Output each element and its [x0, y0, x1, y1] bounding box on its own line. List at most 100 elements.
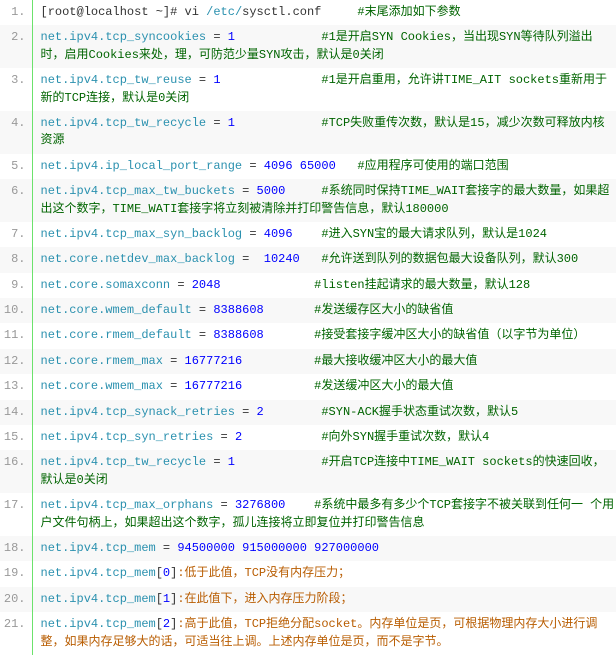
token-plain	[293, 159, 300, 173]
token-teal: net.ipv4.tcp_syncookies	[41, 30, 207, 44]
code-block: 1.[root@localhost ~]# vi /etc/sysctl.con…	[0, 0, 616, 655]
token-blue: 10240	[264, 252, 300, 266]
code-row: 8.net.core.netdev_max_backlog = 10240 #允…	[0, 247, 616, 272]
code-cell: net.ipv4.tcp_tw_recycle = 1 #TCP失败重传次数，默…	[32, 111, 616, 154]
code-cell: net.core.rmem_max = 16777216 #最大接收缓冲区大小的…	[32, 349, 616, 374]
token-green: #末尾添加如下参数	[321, 5, 460, 19]
token-blue: 0	[163, 566, 170, 580]
token-plain: =	[163, 379, 185, 393]
line-number: 13.	[0, 374, 32, 399]
token-orange: :在此值下，进入内存压力阶段；	[177, 592, 352, 606]
code-row: 9.net.core.somaxconn = 2048 #listen挂起请求的…	[0, 273, 616, 298]
code-cell: net.ipv4.tcp_mem[2]:高于此值，TCP拒绝分配socket。内…	[32, 612, 616, 655]
line-number: 1.	[0, 0, 32, 25]
code-cell: net.ipv4.tcp_mem[0]:低于此值，TCP没有内存压力；	[32, 561, 616, 586]
token-teal: net.core.wmem_max	[41, 379, 163, 393]
token-teal: net.ipv4.tcp_tw_recycle	[41, 116, 207, 130]
token-blue: 2	[163, 617, 170, 631]
code-cell: net.ipv4.tcp_tw_reuse = 1 #1是开启重用，允许讲TIM…	[32, 68, 616, 111]
token-green: #应用程序可使用的端口范围	[336, 159, 509, 173]
token-teal: net.ipv4.tcp_syn_retries	[41, 430, 214, 444]
line-number: 17.	[0, 493, 32, 536]
token-plain: =	[235, 252, 264, 266]
token-plain: sysctl.conf	[242, 5, 321, 19]
token-plain: =	[192, 303, 214, 317]
code-row: 14.net.ipv4.tcp_synack_retries = 2 #SYN-…	[0, 400, 616, 425]
token-teal: net.ipv4.tcp_max_syn_backlog	[41, 227, 243, 241]
code-cell: net.ipv4.tcp_syn_retries = 2 #向外SYN握手重试次…	[32, 425, 616, 450]
code-cell: net.ipv4.tcp_synack_retries = 2 #SYN-ACK…	[32, 400, 616, 425]
token-teal: /etc/	[206, 5, 242, 19]
code-row: 10.net.core.wmem_default = 8388608 #发送缓存…	[0, 298, 616, 323]
token-plain: =	[192, 73, 214, 87]
token-blue: 5000	[257, 184, 286, 198]
code-row: 17.net.ipv4.tcp_max_orphans = 3276800 #系…	[0, 493, 616, 536]
code-row: 19.net.ipv4.tcp_mem[0]:低于此值，TCP没有内存压力；	[0, 561, 616, 586]
token-blue: 94500000	[177, 541, 235, 555]
code-cell: net.ipv4.ip_local_port_range = 4096 6500…	[32, 154, 616, 179]
token-blue: 1	[228, 116, 235, 130]
token-teal: net.core.rmem_default	[41, 328, 192, 342]
token-teal: net.ipv4.tcp_synack_retries	[41, 405, 235, 419]
token-plain: =	[242, 159, 264, 173]
token-blue: 65000	[300, 159, 336, 173]
token-blue: 4096	[264, 159, 293, 173]
line-number: 15.	[0, 425, 32, 450]
token-teal: net.core.somaxconn	[41, 278, 171, 292]
code-row: 20. net.ipv4.tcp_mem[1]:在此值下，进入内存压力阶段；	[0, 587, 616, 612]
line-number: 10.	[0, 298, 32, 323]
code-row: 11.net.core.rmem_default = 8388608 #接受套接…	[0, 323, 616, 348]
line-number: 2.	[0, 25, 32, 68]
code-cell: net.core.wmem_default = 8388608 #发送缓存区大小…	[32, 298, 616, 323]
code-cell: net.ipv4.tcp_max_syn_backlog = 4096 #进入S…	[32, 222, 616, 247]
line-number: 19.	[0, 561, 32, 586]
token-green: #向外SYN握手重试次数，默认4	[242, 430, 489, 444]
code-cell: net.ipv4.tcp_mem = 94500000 915000000 92…	[32, 536, 616, 561]
code-cell: net.core.netdev_max_backlog = 10240 #允许送…	[32, 247, 616, 272]
code-row: 6.net.ipv4.tcp_max_tw_buckets = 5000 #系统…	[0, 179, 616, 222]
line-number: 14.	[0, 400, 32, 425]
token-blue: 16777216	[185, 354, 243, 368]
code-row: 7.net.ipv4.tcp_max_syn_backlog = 4096 #进…	[0, 222, 616, 247]
token-plain: ]	[170, 592, 177, 606]
token-blue: 1	[163, 592, 170, 606]
line-number: 21.	[0, 612, 32, 655]
token-blue: 16777216	[185, 379, 243, 393]
token-plain: [	[156, 592, 163, 606]
token-plain: =	[235, 184, 257, 198]
token-teal: net.ipv4.tcp_mem	[41, 541, 156, 555]
token-teal: net.ipv4.tcp_tw_reuse	[41, 73, 192, 87]
line-number: 12.	[0, 349, 32, 374]
token-green: #接受套接字缓冲区大小的缺省值（以字节为单位）	[264, 328, 586, 342]
code-cell: net.ipv4.tcp_max_tw_buckets = 5000 #系统同时…	[32, 179, 616, 222]
code-row: 18.net.ipv4.tcp_mem = 94500000 915000000…	[0, 536, 616, 561]
token-blue: 2	[257, 405, 264, 419]
line-number: 18.	[0, 536, 32, 561]
code-cell: [root@localhost ~]# vi /etc/sysctl.conf …	[32, 0, 616, 25]
token-green: #允许送到队列的数据包最大设备队列，默认300	[300, 252, 578, 266]
code-row: 2.net.ipv4.tcp_syncookies = 1 #1是开启SYN C…	[0, 25, 616, 68]
line-number: 20.	[0, 587, 32, 612]
token-green: #发送缓冲区大小的最大值	[242, 379, 453, 393]
line-number: 4.	[0, 111, 32, 154]
line-number: 8.	[0, 247, 32, 272]
token-orange: :低于此值，TCP没有内存压力；	[177, 566, 350, 580]
code-cell: net.core.rmem_default = 8388608 #接受套接字缓冲…	[32, 323, 616, 348]
token-plain: =	[163, 354, 185, 368]
line-number: 9.	[0, 273, 32, 298]
line-number: 16.	[0, 450, 32, 493]
token-plain: =	[206, 30, 228, 44]
code-row: 3.net.ipv4.tcp_tw_reuse = 1 #1是开启重用，允许讲T…	[0, 68, 616, 111]
token-plain: ]	[170, 617, 177, 631]
line-number: 11.	[0, 323, 32, 348]
token-plain: =	[213, 430, 235, 444]
code-cell: net.ipv4.tcp_syncookies = 1 #1是开启SYN Coo…	[32, 25, 616, 68]
code-cell: net.core.wmem_max = 16777216 #发送缓冲区大小的最大…	[32, 374, 616, 399]
token-plain: =	[206, 116, 228, 130]
token-plain: =	[206, 455, 228, 469]
token-blue: 8388608	[213, 328, 263, 342]
line-number: 3.	[0, 68, 32, 111]
token-plain: [	[156, 566, 163, 580]
token-teal: net.ipv4.tcp_mem	[41, 592, 156, 606]
code-row: 21.net.ipv4.tcp_mem[2]:高于此值，TCP拒绝分配socke…	[0, 612, 616, 655]
